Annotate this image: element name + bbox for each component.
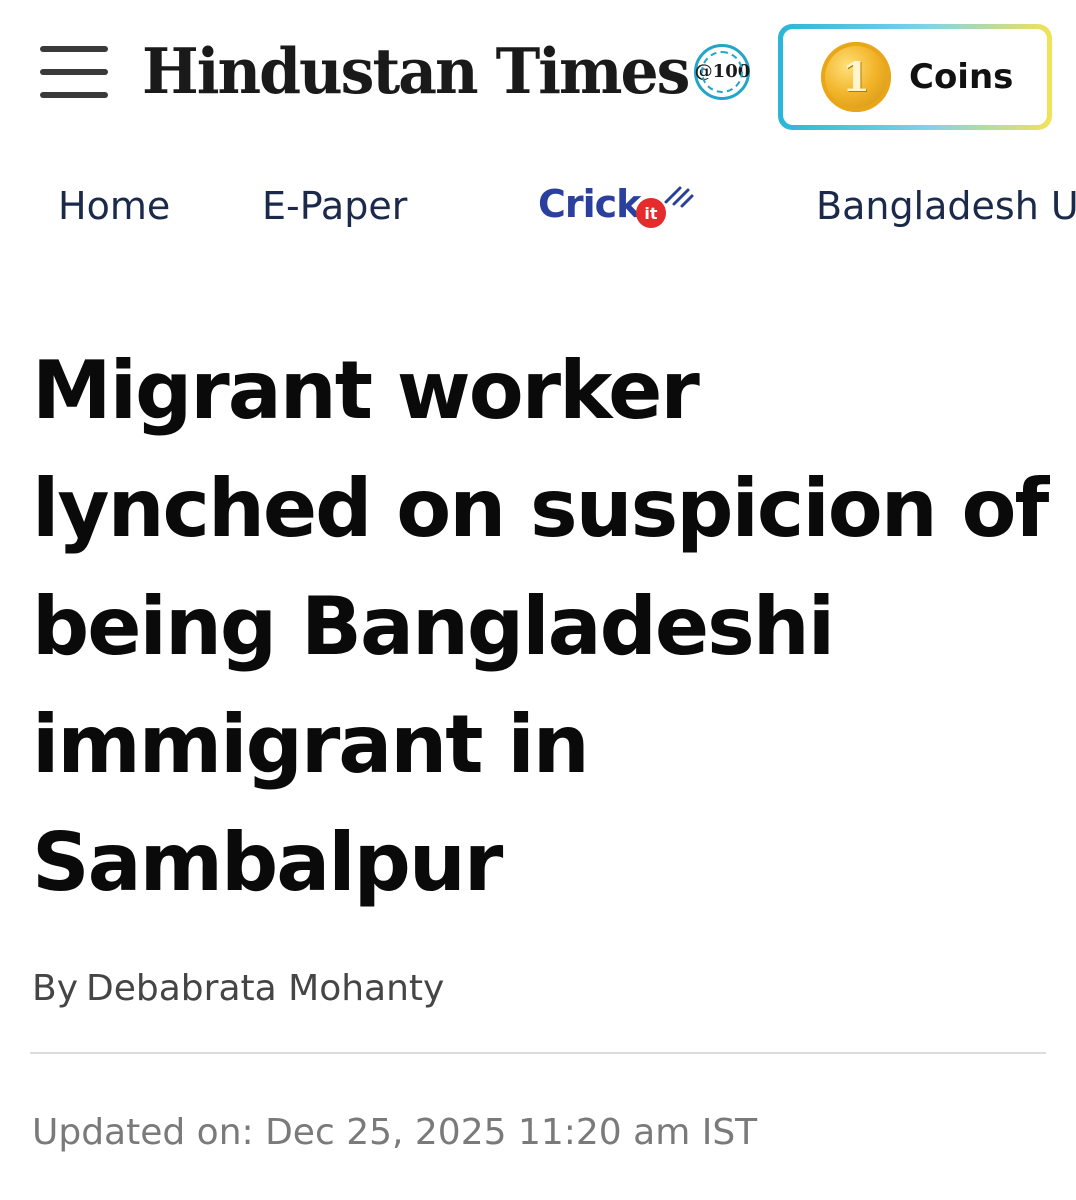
hamburger-menu-icon[interactable]: [40, 46, 108, 98]
divider: [30, 1052, 1046, 1054]
top-nav: Home E-Paper Crick it Bangladesh Ur: [0, 160, 1076, 252]
menu-bar: [40, 69, 108, 75]
crickit-swoosh-icon: [664, 186, 694, 208]
site-header: Hindustan Times @100 1 Coins: [0, 0, 1076, 150]
coin-glyph: 1: [842, 53, 870, 101]
anniversary-badge-icon: @100: [694, 44, 751, 100]
coins-button[interactable]: 1 Coins: [778, 24, 1052, 130]
coins-button-inner: 1 Coins: [783, 29, 1047, 125]
updated-timestamp: Updated on: Dec 25, 2025 11:20 am IST: [32, 1112, 758, 1153]
nav-item-epaper[interactable]: E-Paper: [262, 184, 407, 228]
article-headline: Migrant worker lynched on suspicion of b…: [32, 344, 1049, 909]
coin-icon: 1: [821, 42, 891, 112]
nav-item-crickit[interactable]: Crick it: [512, 178, 702, 238]
menu-bar: [40, 92, 108, 98]
crickit-logo-text: Crick: [538, 182, 641, 226]
article-byline: By Debabrata Mohanty: [32, 968, 444, 1009]
site-logo[interactable]: Hindustan Times @100: [142, 32, 751, 112]
menu-bar: [40, 46, 108, 52]
byline-prefix: By: [32, 968, 79, 1009]
nav-item-home[interactable]: Home: [58, 184, 170, 228]
coins-label: Coins: [909, 57, 1014, 97]
nav-item-bangladesh[interactable]: Bangladesh Ur: [816, 184, 1076, 228]
badge-ring: [701, 51, 744, 93]
author-link[interactable]: Debabrata Mohanty: [86, 968, 444, 1009]
logo-wordmark: Hindustan Times: [142, 35, 690, 109]
